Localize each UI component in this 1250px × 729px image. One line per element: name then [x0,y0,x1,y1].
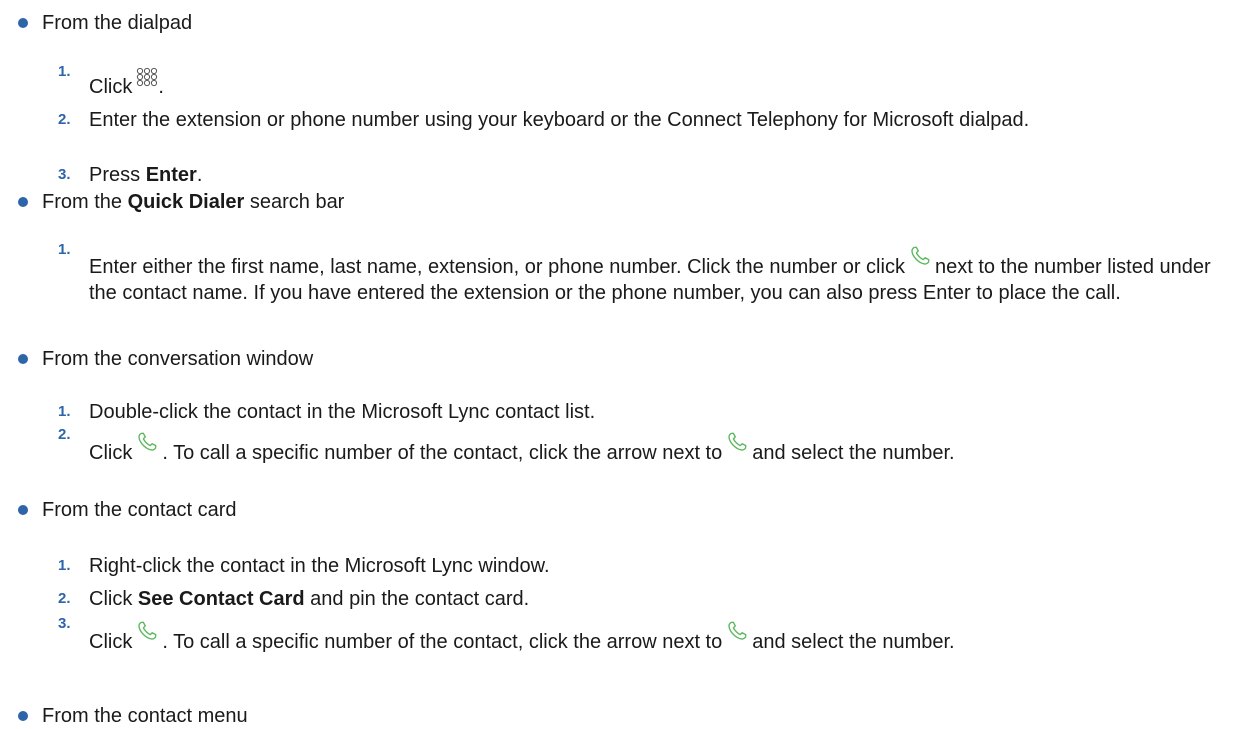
bullet [18,505,28,515]
bullet [18,18,28,28]
step-number: 1. [58,63,71,80]
see-contact-card-label: See Contact Card [137,588,305,610]
enter-key-label: Enter [145,164,197,186]
phone-call-icon[interactable] [726,620,748,642]
phone-call-icon[interactable] [136,620,158,642]
step-text: Click See Contact Card and pin the conta… [89,588,530,610]
step-number: 2. [58,426,71,443]
quick-dialer-label: Quick Dialer [127,191,245,213]
phone-call-icon[interactable] [909,245,931,267]
step-text: Click . To call a specific number of the… [89,621,955,655]
section-heading: From the conversation window [42,348,314,370]
step-number: 2. [58,111,71,128]
dialpad-icon [136,67,158,87]
step-text: Click . [89,67,164,100]
phone-call-icon[interactable] [726,431,748,453]
phone-call-icon[interactable] [136,431,158,453]
step-number: 3. [58,166,71,183]
step-number: 1. [58,403,71,420]
step-number: 1. [58,557,71,574]
step-text: Right-click the contact in the Microsoft… [89,555,550,577]
section-heading: From the dialpad [42,12,193,34]
step-text: Double-click the contact in the Microsof… [89,401,596,423]
step-number: 1. [58,241,71,258]
step-number: 3. [58,615,71,632]
bullet [18,354,28,364]
step-text: Enter either the first name, last name, … [89,246,1219,306]
step-text: Press Enter. [89,164,203,186]
bullet [18,711,28,721]
step-number: 2. [58,590,71,607]
step-text: Click . To call a specific number of the… [89,432,1219,466]
section-heading: From the contact card [42,499,237,521]
section-heading: From the Quick Dialer search bar [42,191,345,213]
section-heading: From the contact menu [42,705,248,727]
bullet [18,197,28,207]
step-text: Enter the extension or phone number usin… [89,109,1030,131]
